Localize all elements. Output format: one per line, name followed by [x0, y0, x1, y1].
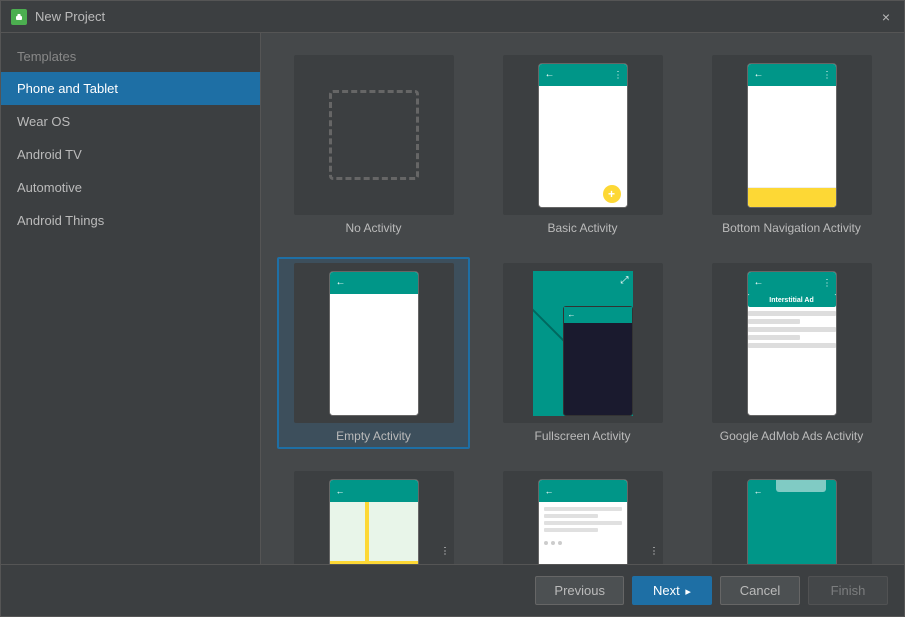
template-empty-activity[interactable]: ← Empty Activity [277, 257, 470, 449]
map-body: 📍 [330, 502, 418, 565]
content-area: No Activity ← ⋮ + [261, 33, 904, 564]
empty-phone-header: ← [330, 272, 418, 294]
bottom-nav-phone-mock: ← ⋮ [747, 63, 837, 208]
cursor-indicator: ▸ [685, 586, 691, 598]
bottom-nav-label: Bottom Navigation Activity [722, 221, 861, 235]
maps-phone-header: ← ⋮ [330, 480, 418, 502]
sidebar-item-wear-os[interactable]: Wear OS [1, 105, 260, 138]
new-project-window: New Project × Templates Phone and Tablet… [0, 0, 905, 617]
template-bottom-navigation[interactable]: ← ⋮ Bottom Navigation Activity [695, 49, 888, 241]
master-phone-header: ← ⋮ [539, 480, 627, 502]
close-button[interactable]: × [878, 9, 894, 25]
empty-activity-preview: ← [294, 263, 454, 423]
basic-phone-body: + [539, 86, 627, 208]
no-activity-icon [329, 90, 419, 180]
basic-activity-preview: ← ⋮ + [503, 55, 663, 215]
empty-phone-mock: ← [329, 271, 419, 416]
sidebar-item-android-tv[interactable]: Android TV [1, 138, 260, 171]
previous-button[interactable]: Previous [535, 576, 624, 605]
basic-activity-label: Basic Activity [547, 221, 617, 235]
master-phone-mock: ← ⋮ [538, 479, 628, 565]
fullscreen-label: Fullscreen Activity [534, 429, 630, 443]
android-icon [11, 9, 27, 25]
empty-phone-body [330, 294, 418, 416]
maps-preview: ← ⋮ 📍 [294, 471, 454, 564]
main-content: Templates Phone and Tablet Wear OS Andro… [1, 33, 904, 564]
template-fullscreen-activity[interactable]: ⤢ ← Fullscreen Activity [486, 257, 679, 449]
bottom-nav-preview: ← ⋮ [712, 55, 872, 215]
bottom-nav-header: ← ⋮ [748, 64, 836, 86]
bottom-bar: Previous Next ▸ Cancel Finish [1, 564, 904, 616]
fullscreen-mock: ⤢ ← [533, 271, 633, 416]
template-scrolling-activity[interactable]: ← Scrolling Activity [695, 465, 888, 564]
teal-phone-mock: ← [747, 479, 837, 565]
title-bar: New Project × [1, 1, 904, 33]
admob-label: Google AdMob Ads Activity [720, 429, 863, 443]
template-no-activity[interactable]: No Activity [277, 49, 470, 241]
template-basic-activity[interactable]: ← ⋮ + Basic Activity [486, 49, 679, 241]
admob-phone-mock: ← ⋮ Interstitial Ad [747, 271, 837, 416]
finish-button[interactable]: Finish [808, 576, 888, 605]
basic-phone-header: ← ⋮ [539, 64, 627, 86]
empty-activity-label: Empty Activity [336, 429, 411, 443]
window-title: New Project [35, 9, 878, 24]
basic-phone-mock: ← ⋮ + [538, 63, 628, 208]
fab-button: + [603, 185, 621, 203]
master-phone-body [539, 502, 627, 550]
no-activity-label: No Activity [345, 221, 401, 235]
admob-preview: ← ⋮ Interstitial Ad [712, 263, 872, 423]
bottom-nav-body [748, 86, 836, 208]
admob-phone-header: ← ⋮ [748, 272, 836, 294]
template-google-admob[interactable]: ← ⋮ Interstitial Ad [695, 257, 888, 449]
scrolling-preview: ← [712, 471, 872, 564]
sidebar-item-automotive[interactable]: Automotive [1, 171, 260, 204]
cancel-button[interactable]: Cancel [720, 576, 800, 605]
admob-banner: Interstitial Ad [748, 294, 836, 307]
next-button[interactable]: Next ▸ [632, 576, 712, 605]
maps-phone-mock: ← ⋮ 📍 [329, 479, 419, 565]
sidebar-item-android-things[interactable]: Android Things [1, 204, 260, 237]
no-activity-preview [294, 55, 454, 215]
bottom-nav-bar [748, 187, 836, 208]
templates-grid: No Activity ← ⋮ + [261, 33, 904, 564]
sidebar-item-phone-tablet[interactable]: Phone and Tablet [1, 72, 260, 105]
admob-phone-body: Interstitial Ad [748, 294, 836, 416]
expand-icon: ⤢ [621, 275, 629, 286]
template-google-maps[interactable]: ← ⋮ 📍 Google Maps Activity [277, 465, 470, 564]
template-master-detail[interactable]: ← ⋮ [486, 465, 679, 564]
fullscreen-preview: ⤢ ← [503, 263, 663, 423]
master-detail-preview: ← ⋮ [503, 471, 663, 564]
sidebar-header: Templates [1, 33, 260, 72]
sidebar: Templates Phone and Tablet Wear OS Andro… [1, 33, 261, 564]
